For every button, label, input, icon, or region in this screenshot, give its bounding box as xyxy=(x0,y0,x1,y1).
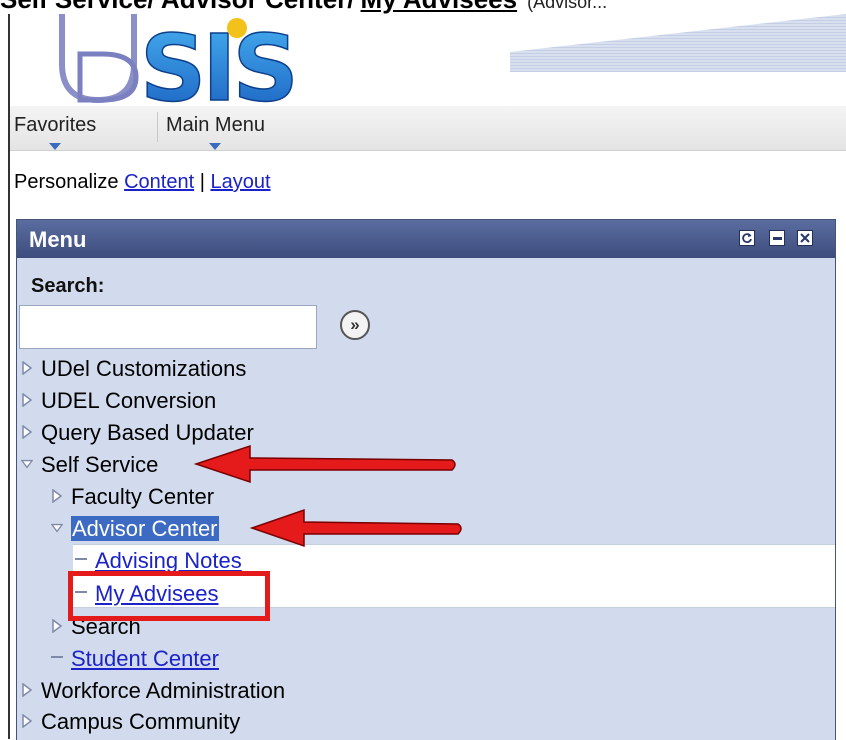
close-icon[interactable] xyxy=(797,230,813,246)
triangle-right-icon xyxy=(22,361,33,376)
tree-link-student-center[interactable]: Student Center xyxy=(71,646,219,671)
tree-item-workforce-administration[interactable]: Workforce Administration xyxy=(21,676,285,706)
annotation-arrow-advisor-center xyxy=(249,508,462,548)
portlet-title: Menu xyxy=(29,227,87,252)
dash-icon xyxy=(75,558,87,561)
personalize-separator: | xyxy=(199,171,205,193)
search-go-button[interactable]: » xyxy=(340,310,370,340)
tree-item-label: Faculty Center xyxy=(71,484,215,509)
tree-item-label: Query Based Updater xyxy=(41,420,254,445)
triangle-right-icon xyxy=(22,714,33,729)
personalize-label: Personalize xyxy=(14,171,119,193)
tree-item-faculty-center[interactable]: Faculty Center xyxy=(51,482,214,512)
triangle-right-icon xyxy=(22,683,33,698)
tree-item-label: Workforce Administration xyxy=(41,678,286,703)
svg-text:SIS: SIS xyxy=(140,15,295,106)
personalize-layout-link[interactable]: Layout xyxy=(210,171,270,193)
caption-link: My Advisees xyxy=(361,0,518,14)
tree-link-advising-notes[interactable]: Advising Notes xyxy=(95,548,242,573)
tree-item-udel-customizations[interactable]: UDel Customizations xyxy=(21,354,246,384)
triangle-right-icon xyxy=(22,425,33,440)
main-nav-bar: Favorites Main Menu xyxy=(10,106,846,151)
tree-item-label: Campus Community xyxy=(41,709,241,734)
banner-swoosh xyxy=(510,14,846,72)
menu-search-input[interactable] xyxy=(19,305,317,349)
caption-text: Self Service/ Advisor Center/ xyxy=(0,0,355,14)
triangle-down-icon xyxy=(21,460,33,469)
nav-separator xyxy=(157,112,158,142)
nav-main-menu-label: Main Menu xyxy=(166,114,265,136)
triangle-right-icon xyxy=(52,619,63,634)
portlet-header: Menu xyxy=(17,220,835,258)
tree-item-label-selected: Advisor Center xyxy=(71,516,219,541)
caption-note: (Advisor... xyxy=(527,0,608,12)
tree-item-label: UDEL Conversion xyxy=(41,388,217,413)
tree-item-campus-community[interactable]: Campus Community xyxy=(21,707,240,737)
dash-icon xyxy=(51,656,63,659)
triangle-right-icon xyxy=(22,393,33,408)
page-caption: Self Service/ Advisor Center/My Advisees… xyxy=(0,0,846,14)
tree-item-self-service[interactable]: Self Service xyxy=(21,450,158,480)
triangle-right-icon xyxy=(52,489,63,504)
tree-item-udel-conversion[interactable]: UDEL Conversion xyxy=(21,386,216,416)
triangle-down-icon xyxy=(51,524,63,533)
annotation-highlight-box xyxy=(68,571,270,621)
nav-favorites[interactable]: Favorites xyxy=(14,114,97,150)
usis-logo: SIS xyxy=(59,14,300,106)
nav-main-menu[interactable]: Main Menu xyxy=(166,114,265,150)
search-label: Search: xyxy=(31,275,105,297)
personalize-content-link[interactable]: Content xyxy=(124,171,194,193)
banner: SIS xyxy=(10,14,846,106)
chevron-down-icon xyxy=(49,143,62,150)
minimize-icon[interactable] xyxy=(769,230,785,246)
nav-favorites-label: Favorites xyxy=(14,114,97,136)
tree-item-advisor-center[interactable]: Advisor Center xyxy=(51,514,219,544)
annotation-arrow-self-service xyxy=(193,444,456,484)
tree-item-student-center[interactable]: Student Center xyxy=(51,644,219,674)
personalize-bar: Personalize Content | Layout xyxy=(14,171,271,194)
tree-item-label: UDel Customizations xyxy=(41,356,247,381)
refresh-icon[interactable] xyxy=(739,230,755,246)
double-chevron-right-icon: » xyxy=(350,315,360,334)
chevron-down-icon xyxy=(209,143,222,150)
tree-item-label: Self Service xyxy=(41,452,159,477)
